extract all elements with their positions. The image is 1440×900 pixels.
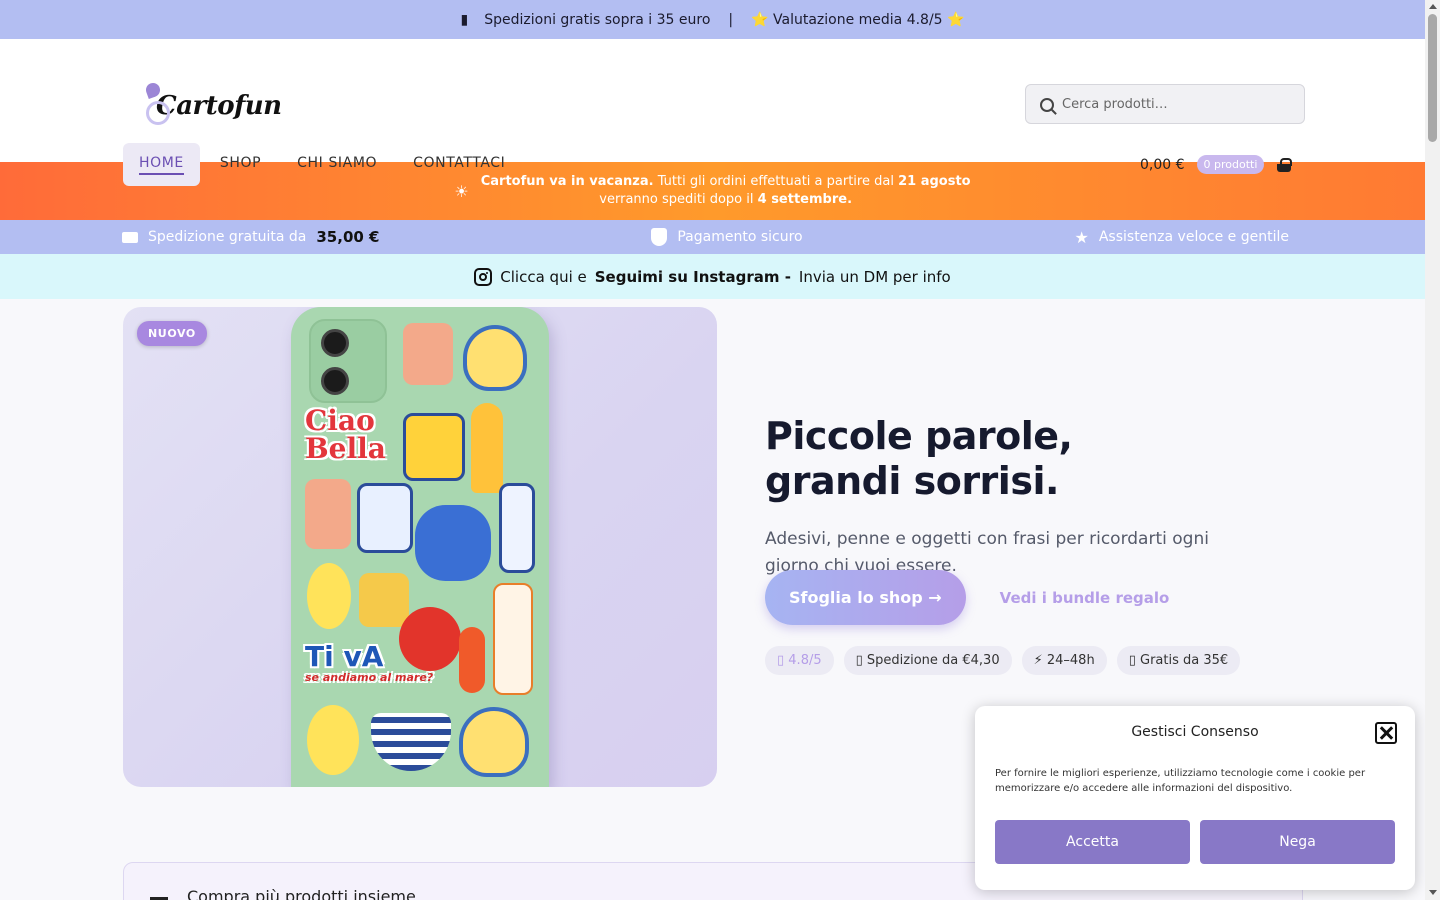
nav-home[interactable]: HOME (123, 143, 200, 186)
search-input[interactable] (1062, 96, 1282, 112)
popsicle-sticker (471, 403, 503, 493)
instagram-post: Invia un DM per info (798, 267, 951, 286)
gift-bundles-link[interactable]: Vedi i bundle regalo (1000, 589, 1170, 607)
phone-case-photo: Ciao Bella Ti vA se andiamo al mare? (291, 307, 549, 787)
consent-title: Gestisci Consenso (1131, 724, 1259, 740)
nav-chi-siamo[interactable]: CHI SIAMO (281, 143, 393, 186)
soda-can-sticker (499, 483, 535, 573)
usp-free-shipping: Spedizione gratuita da 35,00 € (122, 228, 379, 246)
delivery-time-chip: ⚡ 24–48h (1021, 646, 1107, 675)
deny-button[interactable]: Nega (1200, 820, 1395, 864)
hero-title: Piccole parole, grandi sorrisi. (765, 414, 1225, 504)
lobster-sticker (403, 323, 453, 385)
consent-description: Per fornire le migliori esperienze, util… (995, 768, 1366, 794)
cookie-consent-dialog: Gestisci Consenso Per fornire le miglior… (975, 706, 1415, 890)
ciao-text: Ciao (305, 404, 375, 437)
nav-shop-label: SHOP (219, 155, 262, 171)
sardine-can-sticker (403, 413, 465, 481)
bundle-title: Compra più prodotti insieme (187, 887, 416, 900)
nav-home-label: HOME (139, 155, 184, 175)
rating-announcement: ⭐ Valutazione media 4.8/5 ⭐ (751, 11, 965, 28)
shipping-announcement: Spedizioni gratis sopra i 35 euro (484, 11, 711, 28)
scooter-sticker (415, 505, 491, 581)
trust-chips: ▯ 4.8/5 ▯ Spedizione da €4,30 ⚡ 24–48h ▯… (765, 646, 1241, 675)
close-icon[interactable] (1375, 722, 1397, 744)
lemon-sticker (307, 563, 351, 629)
consent-buttons: Accetta Nega (995, 820, 1395, 864)
shipping-cost-chip: ▯ Spedizione da €4,30 (843, 646, 1012, 675)
logo-text: Cartofun (156, 91, 282, 121)
scroll-up-icon[interactable] (1429, 4, 1437, 9)
swimsuit-sticker (371, 713, 451, 771)
truck-icon: ▮ (460, 11, 469, 28)
vacation-line2: verranno spediti dopo il (599, 192, 754, 207)
free-shipping-chip: ▯ Gratis da 35€ (1116, 646, 1241, 675)
new-badge: NUOVO (137, 321, 207, 346)
usp-shipping-label: Spedizione gratuita da (148, 229, 307, 245)
accept-button[interactable]: Accetta (995, 820, 1190, 864)
vacation-text: Cartofun va in vacanza. Tutti gli ordini… (481, 173, 971, 209)
site-header: Cartofun HOME SHOP CHI SIAMO CONTATTACI … (0, 39, 1425, 186)
browse-shop-button[interactable]: Sfoglia lo shop → (765, 570, 966, 625)
lemon-heart-sticker (459, 707, 529, 777)
lobster-sticker (305, 479, 351, 549)
spritz-sticker (493, 583, 533, 695)
camera-lens (321, 367, 349, 395)
lemon-sticker (307, 705, 359, 775)
star-icon: ★ (1074, 227, 1089, 247)
instagram-banner[interactable]: Clicca qui e Seguimi su Instagram - Invi… (0, 254, 1425, 299)
vacation-resume-date: 4 settembre. (757, 192, 853, 207)
ti-va-text: Ti vA (305, 640, 384, 673)
usp-payment-label: Pagamento sicuro (677, 229, 803, 245)
instagram-bold: Seguimi su Instagram - (594, 267, 791, 286)
basket-icon (1276, 157, 1293, 172)
product-search[interactable] (1025, 84, 1305, 124)
lavender-flower-icon (140, 79, 170, 125)
scrollbar-thumb[interactable] (1428, 14, 1437, 142)
nav-shop[interactable]: SHOP (204, 143, 277, 186)
shield-icon (651, 228, 668, 246)
ti-va-sticker: Ti vA se andiamo al mare? (305, 643, 433, 685)
truck-icon (122, 231, 138, 243)
hero-product-image[interactable]: Ciao Bella Ti vA se andiamo al mare? NUOVO (123, 307, 717, 787)
usp-secure-payment: Pagamento sicuro (651, 228, 803, 246)
announcement-bar: ▮ Spedizioni gratis sopra i 35 euro | ⭐ … (0, 0, 1425, 39)
main-navigation: HOME SHOP CHI SIAMO CONTATTACI (123, 143, 521, 186)
separator: | (728, 11, 734, 28)
bikini-sticker (357, 483, 413, 553)
cart-total: 0,00 € (1140, 156, 1185, 173)
ciao-bella-sticker: Ciao Bella (305, 407, 386, 463)
hero-copy: Piccole parole, grandi sorrisi. Adesivi,… (765, 414, 1225, 580)
chili-sticker (459, 627, 485, 693)
search-icon (1040, 98, 1054, 112)
vacation-line1: Tutti gli ordini effettuati a partire da… (657, 174, 894, 189)
nav-contattaci-label: CONTATTACI (413, 155, 506, 171)
site-logo[interactable]: Cartofun (140, 79, 282, 125)
usp-support: ★ Assistenza veloce e gentile (1075, 228, 1289, 247)
page-scrollbar[interactable] (1425, 0, 1440, 900)
usp-shipping-amount: 35,00 € (316, 228, 380, 246)
camera-module (309, 319, 387, 403)
pasta-sticker (359, 573, 409, 627)
camera-lens (321, 329, 349, 357)
bella-text: Bella (305, 432, 386, 465)
instagram-icon (474, 267, 493, 286)
nav-chi-siamo-label: CHI SIAMO (297, 155, 378, 171)
vacation-start-date: 21 agosto (898, 174, 971, 189)
rating-chip: ▯ 4.8/5 (765, 646, 834, 675)
scroll-down-icon[interactable] (1429, 890, 1437, 895)
instagram-pre: Clicca qui e (500, 267, 587, 286)
hero-cta-row: Sfoglia lo shop → Vedi i bundle regalo (765, 570, 1169, 625)
hero-title-line2: grandi sorrisi. (765, 459, 1059, 503)
nav-contattaci[interactable]: CONTATTACI (397, 143, 521, 186)
usp-support-label: Assistenza veloce e gentile (1098, 229, 1289, 245)
mini-cart[interactable]: 0,00 € 0 prodotti (1140, 155, 1293, 174)
ti-va-subtext: se andiamo al mare? (305, 671, 434, 684)
cart-count-badge: 0 prodotti (1196, 155, 1265, 174)
usp-bar: Spedizione gratuita da 35,00 € Pagamento… (0, 220, 1425, 254)
lemon-heart-sticker (463, 325, 527, 391)
hero-title-line1: Piccole parole, (765, 414, 1073, 458)
